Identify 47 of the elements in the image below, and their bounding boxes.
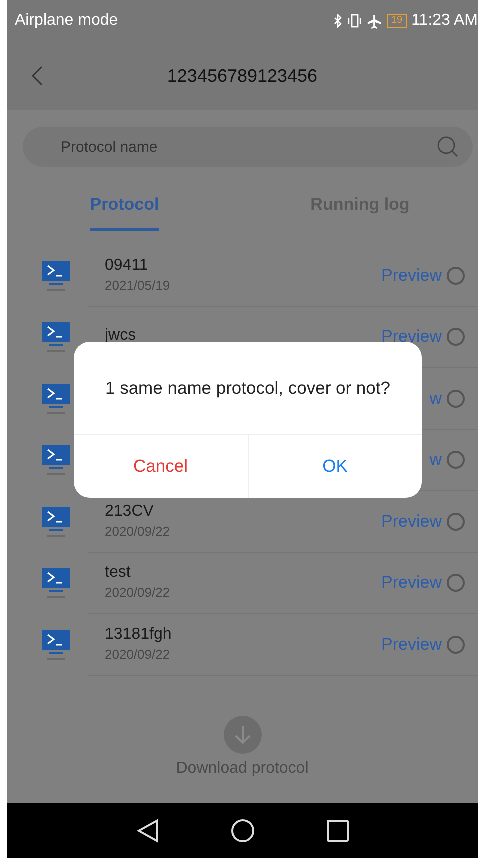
terminal-icon	[41, 382, 71, 415]
vibrate-icon	[348, 14, 362, 28]
radio-button[interactable]	[447, 328, 465, 346]
ok-button[interactable]: OK	[248, 435, 422, 498]
airplane-icon	[367, 14, 382, 28]
back-nav-button[interactable]	[136, 818, 158, 842]
preview-link[interactable]: w	[430, 450, 442, 470]
radio-button[interactable]	[447, 574, 465, 592]
preview-link[interactable]: Preview	[382, 327, 442, 348]
terminal-icon	[41, 444, 71, 476]
radio-button[interactable]	[447, 451, 465, 470]
radio-button[interactable]	[447, 636, 465, 654]
recent-apps-button[interactable]	[326, 820, 348, 842]
search-icon	[437, 136, 459, 158]
protocol-name: 09411	[105, 256, 150, 275]
page-title: 123456789123456	[167, 66, 318, 86]
bluetooth-icon	[334, 14, 344, 28]
protocol-name: 13181fgh	[105, 626, 173, 644]
terminal-icon	[41, 628, 71, 661]
radio-button[interactable]	[447, 512, 465, 531]
clock-time: 11:23 AM	[412, 12, 478, 30]
tab[interactable]: Protocol	[7, 175, 242, 238]
protocol-date: 2020/09/22	[105, 524, 172, 539]
airplane-mode-label: Airplane mode	[15, 12, 118, 30]
radio-button[interactable]	[447, 390, 465, 408]
protocol-date: 2020/09/22	[105, 646, 172, 662]
preview-link[interactable]: Preview	[382, 512, 442, 532]
home-nav-button[interactable]	[230, 818, 254, 842]
terminal-icon	[41, 567, 71, 600]
protocol-name: 213CV	[105, 502, 155, 521]
radio-button[interactable]	[447, 266, 465, 285]
chevron-left-icon	[31, 66, 43, 86]
protocol-name: jwcs	[105, 327, 138, 346]
search-field[interactable]: Protocol name	[23, 127, 473, 167]
protocol-name: test	[105, 564, 132, 582]
terminal-icon	[41, 506, 71, 538]
dialog-message: 1 same name protocol, cover or not?	[105, 378, 390, 398]
battery-level: 19	[387, 14, 407, 28]
preview-link[interactable]: Preview	[382, 634, 442, 655]
preview-link[interactable]: Preview	[382, 266, 442, 286]
terminal-icon	[41, 260, 71, 292]
protocol-date: 2020/09/22	[105, 585, 172, 600]
preview-link[interactable]: Preview	[382, 573, 442, 594]
preview-link[interactable]: w	[430, 388, 442, 409]
protocol-date: 2021/05/19	[105, 278, 172, 293]
terminal-icon	[41, 321, 71, 354]
cancel-button[interactable]: Cancel	[74, 435, 248, 498]
